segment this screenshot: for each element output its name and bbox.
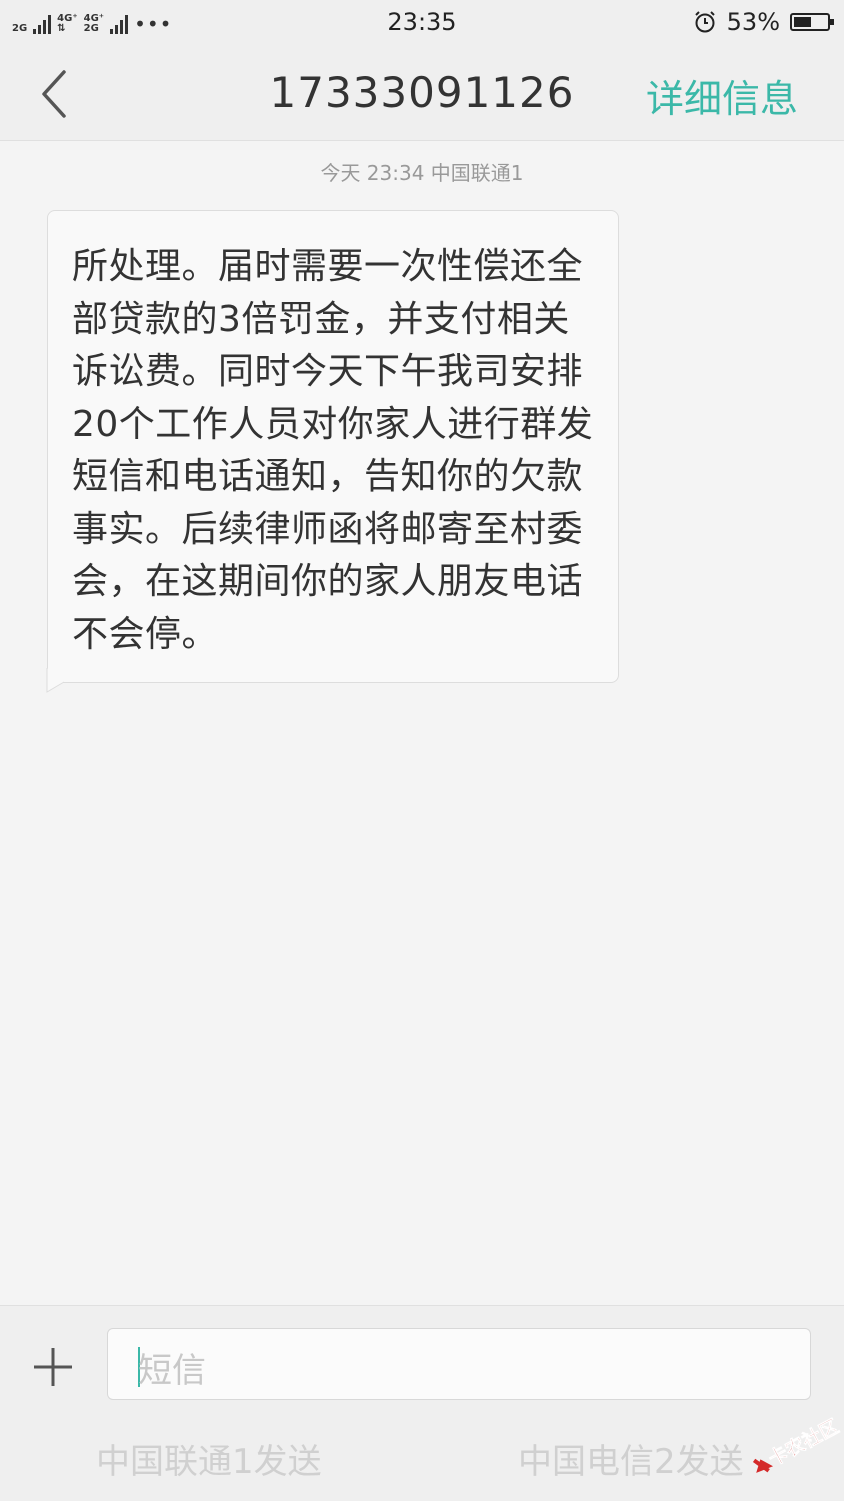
watermark-logo: 卡农社区 [752, 1414, 842, 1473]
conversation-header: 17333091126 详细信息 [0, 46, 844, 141]
send-sim1-button[interactable]: 中国联通1发送 [96, 1434, 322, 1483]
status-right: 53% [693, 8, 834, 36]
sms-input[interactable]: 短信 [107, 1328, 811, 1400]
message-text: 所处理。届时需要一次性偿还全部贷款的3倍罚金，并支付相关诉讼费。同时今天下午我司… [72, 246, 594, 655]
send-sim2-button[interactable]: 中国电信2发送 [518, 1434, 744, 1483]
battery-percent: 53% [726, 8, 780, 36]
details-button[interactable]: 详细信息 [646, 68, 798, 123]
alarm-icon [694, 11, 715, 33]
battery-icon [790, 13, 834, 31]
status-bar: 2G 4G⁺ ⇅ 4G⁺ 2G ••• 23:35 53% [0, 0, 844, 46]
message-timestamp: 今天 23:34 中国联通1 [320, 161, 524, 185]
add-attachment-icon[interactable] [30, 1344, 76, 1390]
composer-bar: 短信 中国联通1发送 中国电信2发送 [0, 1305, 844, 1501]
sms-input-placeholder: 短信 [138, 1351, 206, 1391]
incoming-message-bubble[interactable]: 所处理。届时需要一次性偿还全部贷款的3倍罚金，并支付相关诉讼费。同时今天下午我司… [47, 210, 619, 683]
battery-fill [794, 17, 811, 27]
svg-text:卡农社区: 卡农社区 [765, 1415, 842, 1471]
bubble-tail [46, 668, 65, 693]
